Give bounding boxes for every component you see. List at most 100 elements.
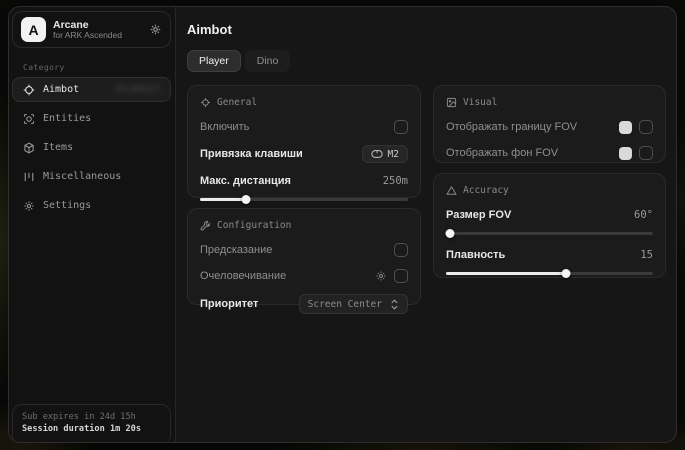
slider-thumb[interactable]: [446, 229, 455, 238]
gear-icon[interactable]: [149, 23, 162, 36]
sidebar-header: A Arcane for ARK Ascended: [12, 11, 171, 48]
row-max-distance: Макс. дистанция 250m: [200, 173, 408, 189]
humanization-label: Очеловечивание: [200, 270, 286, 282]
app-name: Arcane: [53, 19, 142, 31]
card-visual-header: Visual: [446, 97, 653, 108]
priority-dropdown[interactable]: Screen Center: [299, 294, 408, 314]
left-column: General Включить Привязка клавиши: [187, 85, 421, 305]
card-header-label: General: [217, 97, 257, 108]
gear-icon: [23, 200, 35, 212]
main-content: Aimbot Player Dino General: [176, 7, 677, 442]
sidebar-item-label: Settings: [43, 200, 91, 211]
app-subtitle: for ARK Ascended: [53, 31, 142, 41]
row-enable: Включить: [200, 119, 408, 135]
fov-background-label: Отображать фон FOV: [446, 147, 558, 159]
fov-border-label: Отображать границу FOV: [446, 121, 577, 133]
sidebar-item-aimbot[interactable]: Aimbot Aimbot: [12, 77, 171, 102]
sidebar-nav: Aimbot Aimbot Entities Items: [12, 77, 171, 218]
fov-background-color-swatch[interactable]: [619, 147, 632, 160]
gear-icon[interactable]: [375, 270, 387, 282]
enable-label: Включить: [200, 121, 249, 133]
smoothness-slider[interactable]: [446, 269, 653, 278]
sub-expires-text: Sub expires in 24d 15h: [22, 411, 161, 423]
fov-size-value: 60°: [634, 209, 653, 221]
row-humanization: Очеловечивание: [200, 268, 408, 284]
app-logo: A: [21, 17, 46, 42]
columns-icon: [23, 171, 35, 183]
page-title: Aimbot: [187, 22, 666, 37]
prediction-checkbox[interactable]: [394, 243, 408, 257]
card-header-label: Accuracy: [463, 185, 509, 196]
tab-dino[interactable]: Dino: [245, 50, 291, 72]
sidebar-item-items[interactable]: Items: [12, 135, 171, 160]
card-visual: Visual Отображать границу FOV Отображать…: [433, 85, 666, 163]
prediction-label: Предсказание: [200, 244, 272, 256]
max-distance-label: Макс. дистанция: [200, 175, 291, 187]
card-general-header: General: [200, 97, 408, 108]
logo-letter: A: [28, 22, 38, 38]
slider-thumb[interactable]: [241, 195, 250, 204]
app-window: A Arcane for ARK Ascended Category: [8, 6, 677, 443]
priority-value: Screen Center: [308, 299, 382, 310]
tab-player[interactable]: Player: [187, 50, 241, 72]
row-fov-border: Отображать границу FOV: [446, 119, 653, 135]
row-keybind: Привязка клавиши M2: [200, 145, 408, 163]
card-accuracy-header: Accuracy: [446, 185, 653, 196]
wrench-icon: [200, 220, 211, 231]
right-column: Visual Отображать границу FOV Отображать…: [433, 85, 666, 278]
humanization-controls: [375, 269, 408, 283]
sidebar-item-label: Items: [43, 142, 73, 153]
fov-border-color-swatch[interactable]: [619, 121, 632, 134]
mouse-icon: [371, 149, 383, 159]
row-priority: Приоритет Screen Center: [200, 294, 408, 314]
sidebar-item-label: Entities: [43, 113, 91, 124]
slider-thumb[interactable]: [562, 269, 571, 278]
enable-checkbox[interactable]: [394, 120, 408, 134]
smoothness-value: 15: [640, 249, 653, 261]
fov-background-controls: [619, 146, 653, 160]
priority-label: Приоритет: [200, 298, 258, 310]
card-configuration: Configuration Предсказание Очеловечивани…: [187, 208, 421, 305]
max-distance-slider[interactable]: [200, 195, 408, 204]
fov-size-label: Размер FOV: [446, 209, 511, 221]
sidebar-item-label: Miscellaneous: [43, 171, 121, 182]
sidebar: A Arcane for ARK Ascended Category: [9, 7, 176, 442]
cards-grid: General Включить Привязка клавиши: [187, 85, 666, 305]
max-distance-value: 250m: [383, 175, 408, 187]
fov-border-controls: [619, 120, 653, 134]
slider-fill: [446, 272, 566, 275]
slider-track: [446, 232, 653, 235]
tab-bar: Player Dino: [187, 50, 666, 72]
subscription-panel: Sub expires in 24d 15h Session duration …: [12, 404, 171, 442]
session-duration-text: Session duration 1m 20s: [22, 423, 161, 435]
keybind-value: M2: [388, 149, 399, 160]
card-general: General Включить Привязка клавиши: [187, 85, 421, 198]
sidebar-item-miscellaneous[interactable]: Miscellaneous: [12, 164, 171, 189]
card-header-label: Configuration: [217, 220, 291, 231]
active-item-watermark: Aimbot: [116, 82, 162, 95]
scan-icon: [23, 113, 35, 125]
sidebar-item-settings[interactable]: Settings: [12, 193, 171, 218]
slider-fill: [200, 198, 246, 201]
row-fov-size: Размер FOV 60°: [446, 207, 653, 223]
row-smoothness: Плавность 15: [446, 247, 653, 263]
card-configuration-header: Configuration: [200, 220, 408, 231]
crosshair-icon: [200, 97, 211, 108]
row-prediction: Предсказание: [200, 242, 408, 258]
box-icon: [23, 142, 35, 154]
fov-background-checkbox[interactable]: [639, 146, 653, 160]
sidebar-item-label: Aimbot: [43, 84, 79, 95]
row-fov-background: Отображать фон FOV: [446, 145, 653, 161]
smoothness-label: Плавность: [446, 249, 505, 261]
chevrons-up-down-icon: [390, 299, 399, 310]
fov-border-checkbox[interactable]: [639, 120, 653, 134]
sidebar-item-entities[interactable]: Entities: [12, 106, 171, 131]
triangle-icon: [446, 185, 457, 196]
keybind-label: Привязка клавиши: [200, 148, 303, 160]
fov-size-slider[interactable]: [446, 229, 653, 238]
category-label: Category: [23, 63, 65, 72]
card-header-label: Visual: [463, 97, 497, 108]
humanization-checkbox[interactable]: [394, 269, 408, 283]
keybind-button[interactable]: M2: [362, 145, 408, 163]
image-icon: [446, 97, 457, 108]
